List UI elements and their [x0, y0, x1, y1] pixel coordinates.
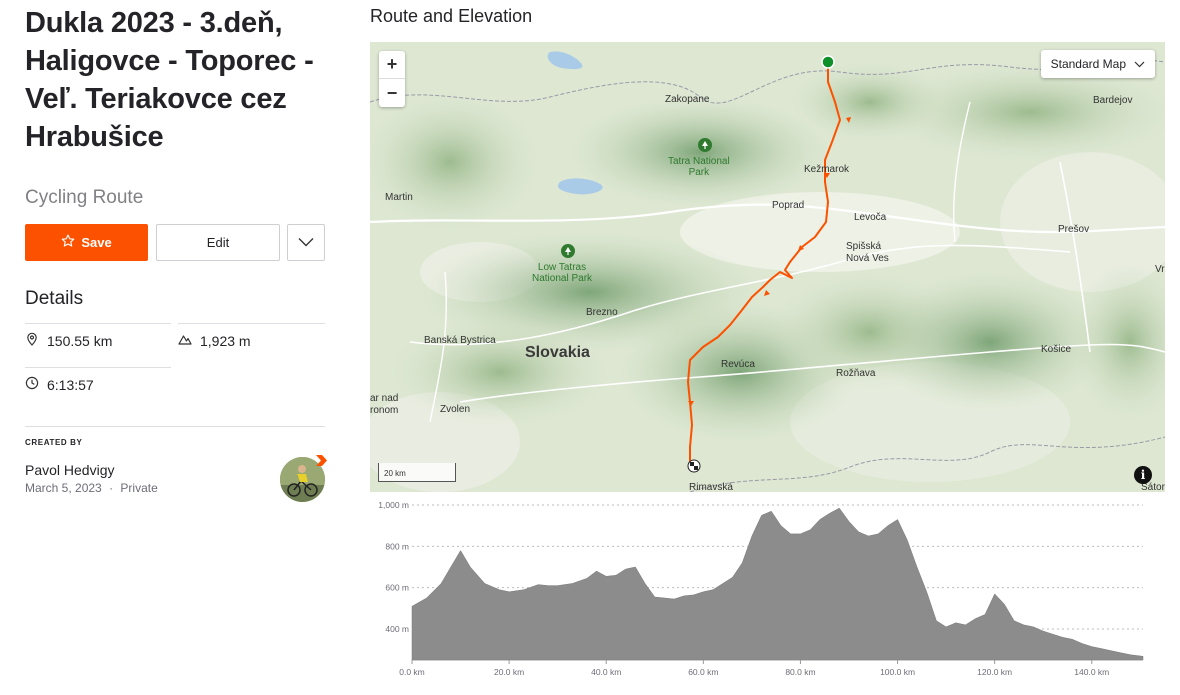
x-tick-label: 80.0 km: [785, 667, 815, 677]
country-label: Slovakia: [525, 344, 590, 361]
elevation-chart-svg: 1,000 m 800 m 600 m 400 m 0.0 km 20.0 km 40.0…: [378, 500, 1144, 677]
place-label: Bardejov: [1093, 95, 1133, 106]
map-type-dropdown[interactable]: Standard Map: [1040, 50, 1155, 78]
author-name[interactable]: Pavol Hedvigy: [25, 462, 115, 478]
zoom-out-button[interactable]: −: [379, 79, 405, 107]
divider: [25, 426, 325, 427]
place-label-park: Tatra National Park: [668, 156, 730, 178]
action-bar: Save Edit: [25, 224, 325, 261]
route-title: Dukla 2023 - 3.deň, Haligovce - Toporec …: [25, 7, 314, 153]
park-name-line: Low Tatras: [537, 262, 587, 273]
edit-button[interactable]: Edit: [156, 224, 280, 261]
divider: [178, 323, 325, 324]
location-pin-icon: [25, 332, 39, 349]
y-tick-label: 600 m: [385, 583, 409, 593]
created-date: March 5, 2023: [25, 481, 102, 495]
divider: [25, 367, 171, 368]
chevron-down-icon: [1134, 57, 1145, 71]
place-name-line: ar nad: [370, 393, 399, 404]
place-label: Spišská Nová Ves: [846, 241, 889, 265]
place-label: Vr: [1155, 264, 1165, 275]
y-tick-label: 800 m: [385, 541, 409, 551]
place-label-park: Low Tatras National Park: [532, 262, 592, 284]
park-icon: [561, 244, 575, 258]
zoom-in-button[interactable]: +: [379, 51, 405, 79]
duration-stat: 6:13:57: [25, 376, 94, 393]
created-by-label: CREATED BY: [25, 438, 83, 447]
save-label: Save: [81, 235, 112, 250]
place-label: Levoča: [854, 212, 887, 223]
elevation-profile-area: [411, 507, 1144, 661]
route-header: Dukla 2023 - 3.deň, Haligovce - Toporec …: [25, 4, 325, 156]
map-type-label: Standard Map: [1050, 57, 1126, 71]
place-label: Brezno: [586, 307, 618, 318]
place-label: Kežmarok: [804, 164, 850, 175]
place-name-line: ronom: [370, 405, 399, 416]
place-label: Martin: [385, 192, 413, 203]
clock-icon: [25, 376, 39, 393]
place-label: Košice: [1041, 344, 1072, 355]
x-tick-label: 20.0 km: [494, 667, 524, 677]
distance-stat: 150.55 km: [25, 332, 112, 349]
place-name-line: Spišská: [846, 241, 882, 252]
place-label: ar nad ronom: [370, 393, 398, 417]
place-label: Prešov: [1058, 224, 1090, 235]
star-icon: [61, 234, 75, 251]
park-name-line: Tatra National: [668, 156, 730, 167]
details-heading: Details: [25, 288, 84, 309]
place-label: Banská Bystrica: [424, 335, 496, 346]
x-tick-label: 0.0 km: [399, 667, 425, 677]
meta-separator: ·: [109, 481, 114, 495]
y-tick-label: 1,000 m: [378, 500, 409, 510]
more-options-button[interactable]: [287, 224, 325, 261]
info-icon[interactable]: i: [1134, 466, 1152, 484]
x-tick-label: 40.0 km: [591, 667, 621, 677]
map-terrain: [370, 42, 1165, 492]
place-label: Poprad: [772, 200, 805, 211]
route-type: Cycling Route: [25, 187, 144, 208]
route-elevation-heading: Route and Elevation: [370, 6, 533, 26]
duration-value: 6:13:57: [47, 376, 94, 393]
edit-label: Edit: [206, 235, 230, 250]
visibility-label: Private: [120, 481, 158, 495]
chevron-down-icon: [298, 234, 314, 252]
park-name-line: National Park: [532, 273, 593, 284]
x-tick-label: 100.0 km: [880, 667, 915, 677]
elevation-value: 1,923 m: [200, 332, 251, 349]
route-meta: March 5, 2023 · Private: [25, 481, 158, 495]
y-tick-label: 400 m: [385, 624, 409, 634]
route-map[interactable]: Zakopane Bardejov Tatra National Park Ke…: [370, 42, 1165, 492]
park-icon: [698, 138, 712, 152]
park-name-line: Park: [688, 167, 710, 178]
place-label: Zvolen: [440, 404, 471, 415]
x-tick-label: 60.0 km: [688, 667, 718, 677]
place-label: Revúca: [721, 359, 755, 370]
divider: [25, 323, 171, 324]
x-tick-label: 140.0 km: [1074, 667, 1109, 677]
distance-value: 150.55 km: [47, 332, 113, 349]
map-scale: 20 km: [378, 463, 456, 482]
subscriber-badge-icon: [314, 453, 329, 468]
zoom-control: + −: [379, 51, 405, 107]
place-label: Rimavská: [689, 482, 733, 492]
place-label: Zakopane: [665, 94, 710, 105]
elevation-stat: 1,923 m: [178, 332, 251, 349]
mountain-icon: [178, 332, 192, 349]
save-button[interactable]: Save: [25, 224, 148, 261]
elevation-chart[interactable]: 1,000 m 800 m 600 m 400 m 0.0 km 20.0 km 40.0…: [370, 495, 1165, 685]
place-label: Rožňava: [836, 368, 876, 379]
x-tick-label: 120.0 km: [977, 667, 1012, 677]
place-name-line: Nová Ves: [846, 253, 889, 264]
